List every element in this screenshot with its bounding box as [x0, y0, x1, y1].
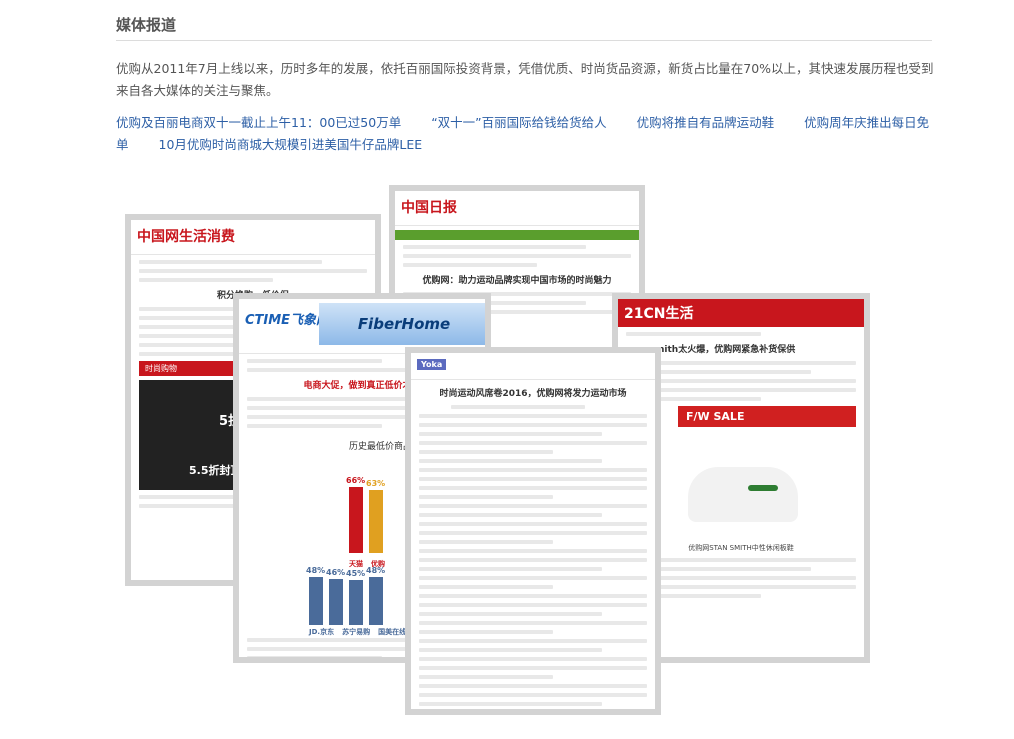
news-link-1[interactable]: 优购及百丽电商双十一截止上午11：00已过50万单: [116, 115, 401, 130]
card2-logo: 中国日报: [401, 200, 457, 216]
card4-headline: nith太火爆，优购网紧急补货保供: [658, 345, 796, 355]
card4-sale-banner: F/W SALE: [678, 406, 856, 427]
card5-logo: Yoka: [417, 359, 447, 370]
card3-brand-suning: 苏宁易购: [342, 628, 371, 636]
card2-headline: 优购网：助力运动品牌实现中国市场的时尚魅力: [422, 276, 612, 286]
card3-bar-4: 46%: [326, 568, 345, 625]
clipping-card-5: Yoka 时尚运动风席卷2016，优购网将发力运动市场: [405, 347, 661, 715]
card1-logo: 中国网生活消费: [137, 229, 235, 245]
card4-shoe-image: [658, 431, 864, 541]
section-divider: [116, 40, 932, 41]
card3-brand-jd: JD.京东: [309, 628, 335, 636]
card3-chart-title: 历史最低价商品: [349, 442, 413, 452]
card3-bar-3: 48%: [306, 566, 325, 625]
news-link-2[interactable]: “双十一”百丽国际给钱给货给人: [431, 115, 606, 130]
card3-bar-5: 45%: [346, 569, 365, 625]
card3-bar-2: 63%: [366, 479, 385, 553]
card3-banner-ad: FiberHome: [319, 303, 485, 345]
news-link-list: 优购及百丽电商双十一截止上午11：00已过50万单 “双十一”百丽国际给钱给货给…: [116, 112, 942, 156]
card3-bar-6: 48%: [366, 566, 385, 625]
card4-logo: 21CN生活: [618, 299, 864, 327]
card5-headline: 时尚运动风席卷2016，优购网将发力运动市场: [439, 389, 627, 399]
card3-logo: CTIME飞象网: [245, 313, 330, 328]
card3-bar-1: 66%: [346, 476, 365, 553]
card3-brand-tmall: 天猫: [349, 560, 363, 568]
news-link-3[interactable]: 优购将推自有品牌运动鞋: [637, 115, 775, 130]
section-title: 媒体报道: [116, 16, 177, 34]
intro-paragraph: 优购从2011年7月上线以来，历时多年的发展，依托百丽国际投资背景，凭借优质、时…: [116, 61, 934, 98]
card3-brand-gome: 国美在线: [378, 628, 407, 636]
news-link-5[interactable]: 10月优购时尚商城大规模引进美国牛仔品牌LEE: [159, 137, 423, 152]
